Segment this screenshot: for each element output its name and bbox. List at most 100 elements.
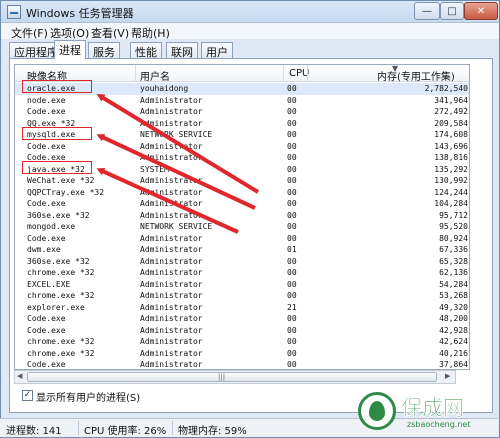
table-row[interactable]: EXCEL.EXE Administrator 00 54,284 — [15, 279, 469, 291]
process-user: Administrator — [140, 233, 203, 243]
process-memory: 48,200 — [439, 314, 468, 323]
close-icon: ✕ — [476, 5, 486, 17]
table-row[interactable]: WeChat.exe *32 Administrator 00 130,992 — [15, 175, 469, 187]
table-row[interactable]: node.exe Administrator 00 341,964 — [15, 95, 469, 107]
title-bar[interactable]: Windows 任务管理器 — □ ✕ — [1, 1, 499, 23]
process-memory: 42,928 — [439, 325, 468, 335]
annotation-box-mysqld — [22, 127, 92, 140]
watermark-title: 保成网 — [401, 396, 464, 420]
tab-networking[interactable]: 联网 — [166, 42, 198, 59]
process-user: Administrator — [140, 176, 203, 185]
menu-help[interactable]: 帮助(H) — [131, 25, 170, 41]
minimize-button[interactable]: — — [414, 2, 440, 20]
process-memory: 67,336 — [439, 245, 468, 254]
table-row[interactable]: mongod.exe NETWORK SERVICE 00 95,520 — [15, 221, 469, 233]
table-row[interactable]: explorer.exe Administrator 21 49,320 — [15, 302, 469, 314]
process-list[interactable]: 映像名称 用户名 CPU ▼ 内存(专用工作集) oracle.exe youh… — [14, 64, 470, 370]
task-manager-icon — [7, 5, 21, 19]
menu-options[interactable]: 选项(O) — [50, 25, 89, 41]
table-row[interactable]: Code.exe Administrator 00 48,200 — [15, 313, 469, 325]
horizontal-scrollbar[interactable]: ◀ ||| ▶ — [14, 370, 456, 384]
process-name: Code.exe — [27, 325, 66, 335]
process-cpu: 21 — [287, 302, 297, 312]
process-name: chrome.exe *32 — [27, 291, 95, 300]
table-row[interactable]: Code.exe Administrator 00 104,284 — [15, 198, 469, 210]
process-memory: 130,992 — [434, 176, 468, 185]
menu-view[interactable]: 查看(V) — [91, 25, 129, 41]
scroll-right-icon[interactable]: ▶ — [445, 372, 450, 380]
process-cpu: 00 — [287, 164, 297, 174]
column-divider[interactable] — [135, 65, 136, 82]
process-user: Administrator — [140, 210, 203, 220]
table-row[interactable]: chrome.exe *32 Administrator 00 40,216 — [15, 348, 469, 360]
process-cpu: 00 — [287, 153, 297, 162]
tab-users[interactable]: 用户 — [201, 42, 233, 59]
table-row[interactable]: Code.exe Administrator 00 272,492 — [15, 106, 469, 118]
process-name: chrome.exe *32 — [27, 268, 95, 277]
column-divider[interactable] — [307, 65, 308, 82]
process-memory: 174,608 — [434, 130, 468, 139]
process-cpu: 00 — [287, 337, 297, 346]
scroll-left-icon[interactable]: ◀ — [17, 372, 22, 380]
process-memory: 124,244 — [434, 187, 468, 197]
process-memory: 209,584 — [434, 118, 468, 128]
table-row[interactable]: chrome.exe *32 Administrator 00 53,268 — [15, 290, 469, 302]
process-memory: 49,320 — [439, 302, 468, 312]
process-cpu: 00 — [287, 348, 297, 358]
process-memory: 143,696 — [434, 141, 468, 151]
process-cpu: 00 — [287, 360, 297, 369]
process-cpu: 00 — [287, 95, 297, 105]
tab-performance[interactable]: 性能 — [130, 42, 162, 59]
column-header-memory[interactable]: 内存(专用工作集) — [377, 68, 455, 83]
menu-file[interactable]: 文件(F) — [11, 25, 48, 41]
process-cpu: 00 — [287, 222, 297, 231]
table-row[interactable]: 360se.exe *32 Administrator 00 95,712 — [15, 210, 469, 222]
process-user: Administrator — [140, 141, 203, 151]
process-name: explorer.exe — [27, 302, 85, 312]
menu-bar: 文件(F) 选项(O) 查看(V) 帮助(H) — [1, 23, 499, 41]
process-name: EXCEL.EXE — [27, 279, 71, 289]
table-row[interactable]: 360se.exe *32 Administrator 00 65,328 — [15, 256, 469, 268]
process-cpu: 00 — [287, 176, 297, 185]
process-memory: 2,782,540 — [424, 84, 468, 93]
process-cpu: 00 — [287, 84, 297, 93]
table-row[interactable]: QQPCTray.exe *32 Administrator 00 124,24… — [15, 187, 469, 199]
process-memory: 65,328 — [439, 256, 468, 266]
process-user: Administrator — [140, 107, 203, 116]
tab-services[interactable]: 服务 — [88, 42, 120, 59]
show-all-processes-checkbox[interactable]: ✓ — [22, 390, 33, 401]
watermark-logo-icon — [358, 392, 396, 430]
process-memory: 135,292 — [434, 164, 468, 174]
process-memory: 138,816 — [434, 153, 468, 162]
process-memory: 62,136 — [439, 268, 468, 277]
scrollbar-thumb[interactable] — [27, 372, 437, 382]
process-name: 360se.exe *32 — [27, 256, 90, 266]
table-row[interactable]: Code.exe Administrator 00 37,864 — [15, 359, 469, 369]
process-cpu: 00 — [287, 210, 297, 220]
table-row[interactable]: Code.exe Administrator 00 42,928 — [15, 325, 469, 337]
column-header-user[interactable]: 用户名 — [140, 68, 170, 83]
process-cpu: 01 — [287, 245, 297, 254]
table-row[interactable]: Code.exe Administrator 00 143,696 — [15, 141, 469, 153]
table-row[interactable]: Code.exe Administrator 00 80,924 — [15, 233, 469, 245]
maximize-button[interactable]: □ — [440, 2, 464, 20]
process-user: Administrator — [140, 360, 203, 369]
process-cpu: 00 — [287, 314, 297, 323]
process-name: dwm.exe — [27, 245, 61, 254]
process-user: NETWORK SERVICE — [140, 222, 213, 231]
tab-processes[interactable]: 进程 — [54, 40, 86, 59]
process-name: chrome.exe *32 — [27, 348, 95, 358]
site-watermark: 保成网 zsbaocheng.net — [355, 390, 500, 435]
status-process-count: 进程数: 141 — [6, 426, 62, 437]
process-cpu: 00 — [287, 199, 297, 208]
table-row[interactable]: chrome.exe *32 Administrator 00 62,136 — [15, 267, 469, 279]
table-row[interactable]: chrome.exe *32 Administrator 00 42,624 — [15, 336, 469, 348]
show-all-processes-label[interactable]: 显示所有用户的进程(S) — [36, 389, 140, 404]
process-memory: 40,216 — [439, 348, 468, 358]
column-divider[interactable] — [283, 65, 284, 82]
table-row[interactable]: dwm.exe Administrator 01 67,336 — [15, 244, 469, 256]
status-physical-memory: 物理内存: 59% — [178, 426, 247, 437]
process-user: Administrator — [140, 314, 203, 323]
process-name: Code.exe — [27, 141, 66, 151]
close-button[interactable]: ✕ — [464, 2, 498, 20]
